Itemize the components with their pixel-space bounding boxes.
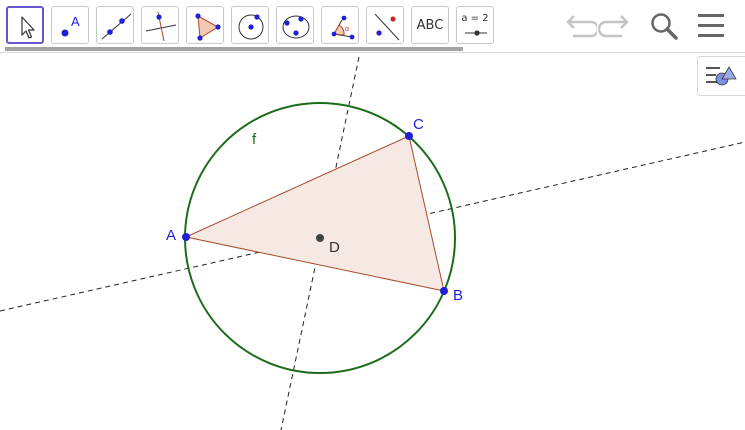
slider-icon xyxy=(465,30,487,36)
redo-button[interactable] xyxy=(597,10,632,42)
point-c-label: C xyxy=(413,116,424,133)
perpendicular-line-icon xyxy=(145,11,177,42)
slider-tool-button[interactable]: a = 2 xyxy=(456,6,494,44)
point-a[interactable] xyxy=(182,233,190,241)
circle-center-point-tool-button[interactable] xyxy=(231,6,269,44)
angle-icon: α xyxy=(331,15,355,40)
point-b[interactable] xyxy=(440,287,448,295)
line-tool-button[interactable] xyxy=(96,6,134,44)
redo-icon xyxy=(597,15,629,38)
reflect-about-line-icon xyxy=(374,13,400,41)
circle-f-label: f xyxy=(252,131,257,148)
point-b-label: B xyxy=(453,287,463,304)
style-bar-toggle-icon xyxy=(706,66,737,86)
circle-three-points-tool-button[interactable] xyxy=(276,6,314,44)
text-icon: ABC xyxy=(416,17,444,33)
point-c[interactable] xyxy=(405,132,413,140)
search-button[interactable] xyxy=(646,10,680,42)
text-tool-button[interactable]: ABC xyxy=(411,6,449,44)
circle-three-points-icon xyxy=(282,15,310,39)
circle-center-icon xyxy=(238,14,264,40)
toolbar-scrollbar[interactable] xyxy=(5,47,463,51)
point-d-label: D xyxy=(329,239,340,256)
point-tool-button[interactable]: A xyxy=(51,6,89,44)
point-a-label: A xyxy=(166,227,176,244)
point-d[interactable] xyxy=(316,234,324,242)
toolbar: A α ABC a = 2 xyxy=(0,0,745,52)
graphics-view[interactable]: A B C D f xyxy=(0,53,745,430)
hamburger-menu-icon xyxy=(698,14,724,37)
triangle-abc[interactable] xyxy=(184,135,445,292)
style-bar-toggle-button[interactable] xyxy=(697,56,745,96)
polygon-tool-button[interactable] xyxy=(186,6,224,44)
line-through-points-icon xyxy=(101,13,132,40)
point-icon: A xyxy=(61,14,80,37)
reflect-tool-button[interactable] xyxy=(366,6,404,44)
perpendicular-line-tool-button[interactable] xyxy=(141,6,179,44)
move-tool-button[interactable] xyxy=(6,6,44,44)
svg-text:α: α xyxy=(345,26,349,33)
menu-button[interactable] xyxy=(694,10,728,42)
point-tool-label: A xyxy=(71,14,80,29)
polygon-icon xyxy=(195,13,221,41)
undo-icon xyxy=(566,15,600,38)
angle-tool-button[interactable]: α xyxy=(321,6,359,44)
arrow-pointer-icon xyxy=(21,16,35,39)
undo-button[interactable] xyxy=(563,10,600,42)
search-icon xyxy=(651,13,678,40)
